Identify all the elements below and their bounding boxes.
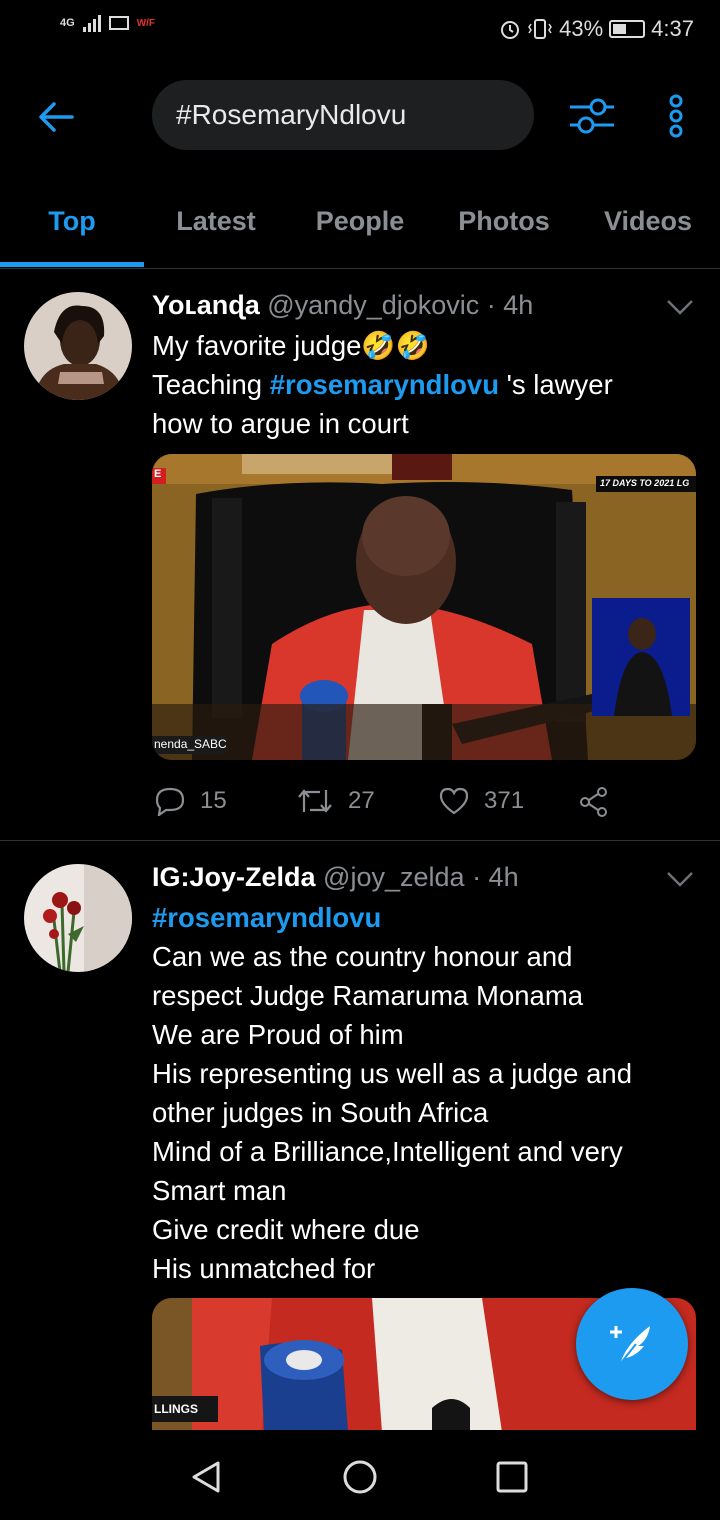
like-button[interactable]: 371	[438, 786, 524, 816]
signal-icon	[82, 14, 101, 32]
battery-icon	[609, 20, 646, 38]
tweet-header: IG:Joy-Zelda @joy_zelda · 4h	[152, 862, 519, 893]
media-channel-tag: nenda_SABC	[154, 737, 227, 751]
user-handle[interactable]: @yandy_djokovic	[267, 290, 479, 320]
tweet-line: Mind of a Brilliance,Intelligent and ver…	[152, 1136, 623, 1167]
tweet-text-suffix: 's lawyer	[499, 369, 613, 400]
tweet-line: His representing us well as a judge and	[152, 1058, 633, 1089]
search-header: #RosemaryNdlovu	[0, 80, 720, 152]
media-channel-tag: LLINGS	[154, 1402, 198, 1416]
like-count: 371	[484, 787, 525, 814]
avatar-photo	[24, 864, 132, 972]
alarm-icon	[501, 21, 520, 39]
tweet-divider	[0, 840, 720, 841]
search-filter-icon[interactable]	[568, 96, 616, 136]
tweet-text: My favorite judge🤣🤣 Teaching #rosemarynd…	[152, 326, 692, 443]
status-right: 43% 4:37	[499, 16, 694, 42]
mail-icon	[108, 16, 129, 30]
tweet-time: · 4h	[486, 290, 534, 320]
tweet-media-image[interactable]: 17 DAYS TO 2021 LG E nenda_SABC	[152, 454, 696, 760]
battery-percent: 43%	[559, 16, 604, 41]
more-options-icon[interactable]	[664, 94, 688, 138]
retweet-icon	[298, 789, 332, 813]
avatar[interactable]	[24, 864, 132, 972]
media-corner-tag: E	[154, 468, 162, 480]
tweet-line: how to argue in court	[152, 408, 409, 439]
tab-top[interactable]: Top	[0, 190, 144, 264]
retweet-count: 27	[348, 787, 375, 814]
reply-count: 15	[200, 787, 227, 814]
reply-button[interactable]: 15	[154, 786, 227, 816]
judge-photo	[152, 454, 696, 760]
tweet-header: Yoʟanɖa @yandy_djokovic · 4h	[152, 290, 533, 321]
share-icon[interactable]	[578, 786, 610, 818]
vibrate-icon	[528, 19, 553, 39]
tweet-line: His unmatched for	[152, 1253, 376, 1284]
display-name[interactable]: Yoʟanɖa	[152, 290, 260, 320]
hashtag-link[interactable]: #rosemaryndlovu	[270, 369, 499, 400]
display-name[interactable]: IG:Joy-Zelda	[152, 862, 316, 892]
tab-videos[interactable]: Videos	[576, 190, 720, 264]
reply-icon	[155, 787, 185, 816]
heart-icon	[439, 787, 469, 815]
avatar-photo	[24, 292, 132, 400]
tweet-line: My favorite judge🤣🤣	[152, 330, 430, 361]
status-bar: 4G W/F 43% 4:37	[0, 0, 720, 60]
tweet-line: Smart man	[152, 1175, 287, 1206]
search-tabs: Top Latest People Photos Videos	[0, 190, 720, 269]
chevron-down-icon[interactable]	[666, 298, 694, 316]
clock: 4:37	[651, 16, 694, 41]
user-handle[interactable]: @joy_zelda	[323, 862, 465, 892]
tweet-line: We are Proud of him	[152, 1019, 404, 1050]
back-arrow-icon[interactable]	[38, 100, 74, 134]
status-left: 4G W/F	[60, 14, 155, 32]
tweet-line: respect Judge Ramaruma Monama	[152, 980, 584, 1011]
tweet-line: Can we as the country honour and	[152, 941, 573, 972]
active-tab-indicator	[0, 262, 144, 267]
chevron-down-icon[interactable]	[666, 870, 694, 888]
compose-tweet-button[interactable]	[576, 1288, 688, 1400]
tweet-line: Teaching #rosemaryndlovu 's lawyer	[152, 365, 692, 404]
tab-latest[interactable]: Latest	[144, 190, 288, 264]
media-banner-text: 17 DAYS TO 2021 LG	[600, 478, 690, 488]
tweet-actions: 15 27 371	[152, 786, 672, 826]
avatar[interactable]	[24, 292, 132, 400]
retweet-button[interactable]: 27	[296, 786, 375, 816]
tweet-time: · 4h	[472, 862, 519, 892]
tab-photos[interactable]: Photos	[432, 190, 576, 264]
nav-recents-icon[interactable]	[496, 1461, 528, 1493]
nav-home-icon[interactable]	[342, 1459, 378, 1495]
network-type: 4G	[60, 17, 75, 29]
tab-people[interactable]: People	[288, 190, 432, 264]
tweet-text: #rosemaryndlovu Can we as the country ho…	[152, 898, 692, 1288]
tweet-line: Give credit where due	[152, 1214, 420, 1245]
system-navigation-bar	[0, 1430, 720, 1520]
search-input[interactable]: #RosemaryNdlovu	[152, 80, 534, 150]
tweet-text-prefix: Teaching	[152, 369, 270, 400]
wifi-label: W/F	[136, 17, 156, 29]
nav-back-icon[interactable]	[190, 1460, 222, 1494]
hashtag-link[interactable]: #rosemaryndlovu	[152, 898, 692, 937]
tweet[interactable]: Yoʟanɖa @yandy_djokovic · 4h My favorite…	[0, 270, 720, 840]
compose-feather-icon	[610, 1326, 650, 1365]
tweet-line: other judges in South Africa	[152, 1097, 489, 1128]
